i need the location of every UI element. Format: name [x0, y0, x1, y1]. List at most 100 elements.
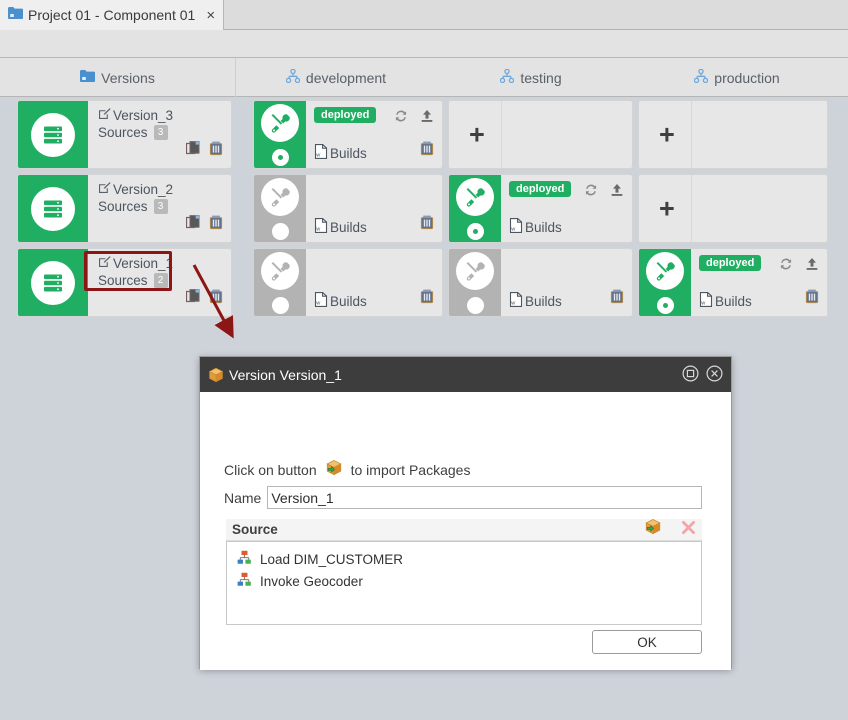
- version-card[interactable]: Version_1 Sources 2: [17, 248, 232, 317]
- sync-icon[interactable]: [394, 109, 408, 128]
- sources-label: Sources: [98, 273, 148, 288]
- close-icon[interactable]: ×: [206, 7, 215, 24]
- edit-icon[interactable]: [98, 107, 111, 123]
- edit-icon[interactable]: [98, 181, 111, 197]
- tools-icon: [261, 103, 299, 142]
- copy-icon[interactable]: [185, 215, 200, 235]
- remove-x-icon[interactable]: [681, 520, 696, 540]
- builds-file-icon: w: [314, 144, 328, 162]
- close-icon[interactable]: [706, 364, 723, 385]
- upload-icon[interactable]: [805, 257, 819, 276]
- version-card[interactable]: Version_3 Sources 3: [17, 100, 232, 169]
- ok-button[interactable]: OK: [592, 630, 702, 654]
- plus-icon[interactable]: +: [469, 121, 485, 148]
- stage-icon-panel: [449, 249, 501, 316]
- divider: [501, 101, 502, 168]
- status-badge: deployed: [314, 107, 377, 123]
- tab-strip: Project 01 - Component 01 ×: [0, 0, 848, 30]
- dialog-window-controls: [682, 364, 723, 385]
- column-header-versions[interactable]: Versions: [0, 58, 236, 97]
- stage-card-body: deployed w Builds: [306, 101, 442, 168]
- delete-icon[interactable]: [420, 141, 434, 160]
- delete-icon[interactable]: [420, 215, 434, 234]
- version-name-row[interactable]: Version_3: [98, 107, 173, 123]
- edit-icon[interactable]: [98, 255, 111, 271]
- delete-icon[interactable]: [805, 289, 819, 308]
- stage-card-top-actions: [779, 257, 819, 276]
- builds-row[interactable]: w Builds: [314, 292, 367, 310]
- delete-icon[interactable]: [209, 141, 223, 161]
- stage-delete-action: [610, 289, 624, 309]
- version-icon-panel: [18, 249, 88, 316]
- version-card-body: Version_3 Sources 3: [88, 101, 231, 168]
- stage-card-body: w Builds: [501, 249, 632, 316]
- name-input[interactable]: [267, 486, 702, 509]
- stage-card-development[interactable]: deployed w Builds: [253, 100, 443, 169]
- add-stage-card-production[interactable]: +: [638, 100, 828, 169]
- maximize-icon[interactable]: [682, 364, 699, 385]
- version-icon-panel: [18, 175, 88, 242]
- upload-icon[interactable]: [420, 109, 434, 128]
- builds-row[interactable]: w Builds: [509, 292, 562, 310]
- list-item[interactable]: Invoke Geocoder: [237, 570, 701, 592]
- builds-row[interactable]: w Builds: [509, 218, 562, 236]
- stage-card-production[interactable]: deployed w Builds: [638, 248, 828, 317]
- version-card[interactable]: Version_2 Sources 3: [17, 174, 232, 243]
- list-item[interactable]: Load DIM_CUSTOMER: [237, 548, 701, 570]
- upload-icon[interactable]: [610, 183, 624, 202]
- source-list[interactable]: Load DIM_CUSTOMER Invoke Geocoder: [226, 541, 702, 625]
- builds-label: Builds: [525, 293, 562, 309]
- add-stage-card-testing[interactable]: +: [448, 100, 633, 169]
- column-header-production[interactable]: production: [626, 58, 848, 97]
- dialog-titlebar[interactable]: Version Version_1: [200, 357, 731, 392]
- version-name-row[interactable]: Version_2: [98, 181, 173, 197]
- tools-icon: [456, 177, 494, 216]
- import-hint: Click on button to import Packages: [224, 459, 470, 480]
- stage-card-top-actions: [394, 109, 434, 128]
- builds-label: Builds: [330, 219, 367, 235]
- builds-row[interactable]: w Builds: [314, 218, 367, 236]
- delete-icon[interactable]: [610, 289, 624, 308]
- column-header-development[interactable]: development: [236, 58, 436, 97]
- stage-icon-panel: [254, 101, 306, 168]
- stage-card-testing[interactable]: deployed w Builds: [448, 174, 633, 243]
- stage-card-development[interactable]: w Builds: [253, 248, 443, 317]
- stage-delete-action: [420, 141, 434, 161]
- process-icon: [237, 550, 252, 568]
- process-icon: [237, 572, 252, 590]
- version-name: Version_2: [113, 181, 174, 197]
- builds-row[interactable]: w Builds: [699, 292, 752, 310]
- import-package-icon[interactable]: [644, 518, 662, 541]
- add-stage-card-production[interactable]: +: [638, 174, 828, 243]
- tools-icon: [261, 177, 299, 216]
- plus-icon[interactable]: +: [659, 121, 675, 148]
- plus-icon[interactable]: +: [659, 195, 675, 222]
- status-dot: [466, 296, 484, 314]
- hint-prefix: Click on button: [224, 461, 317, 478]
- delete-icon[interactable]: [420, 289, 434, 308]
- builds-row[interactable]: w Builds: [314, 144, 367, 162]
- folder-icon: [8, 7, 23, 23]
- sync-icon[interactable]: [584, 183, 598, 202]
- status-badge: deployed: [509, 181, 572, 197]
- tab-project-component[interactable]: Project 01 - Component 01 ×: [0, 0, 225, 30]
- version-name-row[interactable]: Version_1: [98, 255, 173, 271]
- source-section-header: Source: [226, 519, 702, 541]
- builds-file-icon: w: [509, 292, 523, 310]
- delete-icon[interactable]: [209, 289, 223, 309]
- copy-icon[interactable]: [185, 141, 200, 161]
- version-name: Version_1: [113, 255, 174, 271]
- column-header-testing[interactable]: testing: [436, 58, 626, 97]
- sync-icon[interactable]: [779, 257, 793, 276]
- version-card-body: Version_1 Sources 2: [88, 249, 231, 316]
- sources-count-badge: 3: [153, 199, 168, 214]
- builds-label: Builds: [715, 293, 752, 309]
- hint-suffix: to import Packages: [350, 461, 471, 478]
- version-dialog: Version Version_1 Click on button to imp…: [199, 356, 732, 670]
- database-icon: [31, 260, 75, 305]
- stage-card-development[interactable]: w Builds: [253, 174, 443, 243]
- version-name: Version_3: [113, 107, 174, 123]
- copy-icon[interactable]: [185, 289, 200, 309]
- delete-icon[interactable]: [209, 215, 223, 235]
- stage-card-testing[interactable]: w Builds: [448, 248, 633, 317]
